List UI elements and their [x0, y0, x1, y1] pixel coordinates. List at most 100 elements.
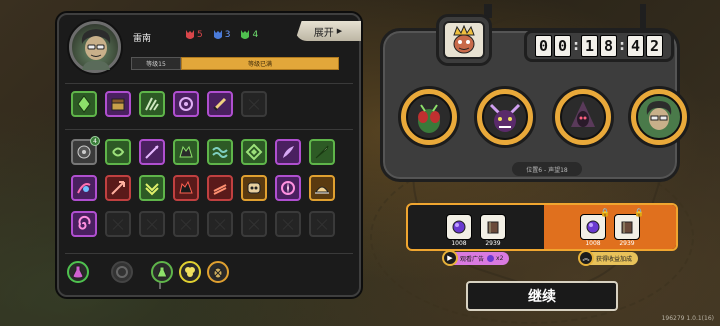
purple-orb-icon: [452, 220, 466, 234]
watch-ad-multiplier: x2: [496, 255, 504, 262]
bonus-orb-count: 1008: [585, 240, 601, 247]
boss-portrait[interactable]: [436, 14, 492, 66]
watch-ad-button[interactable]: ▶ 观看广告 x2: [442, 250, 510, 266]
count-badge: 4: [90, 136, 100, 146]
inventory-slot-4[interactable]: [173, 139, 199, 165]
inventory-slot-17[interactable]: [71, 211, 97, 237]
inventory-slot-8[interactable]: [309, 139, 335, 165]
version-label: 196279 1.0.1(16): [661, 315, 714, 322]
equipped-slot-1[interactable]: [71, 91, 97, 117]
inventory-slot-16[interactable]: [309, 175, 335, 201]
inventory-slot-3[interactable]: [139, 139, 165, 165]
countdown-timer: 0 0 : 1 8 : 4 2: [524, 30, 674, 62]
hero-stats: 5 3 4: [185, 29, 258, 41]
purple-orb-icon: [586, 220, 600, 234]
compass-icon: [281, 181, 295, 195]
divider: [65, 129, 353, 130]
player-name: 雷南: [133, 34, 152, 44]
bonus-orb: [580, 214, 606, 240]
dash-icon: [77, 183, 91, 194]
inventory-slot-13[interactable]: [207, 175, 233, 201]
gear-swirl-icon: [179, 97, 193, 111]
opponent-1[interactable]: [398, 86, 460, 148]
ability-button-2[interactable]: [179, 261, 201, 283]
hooded-creature-icon: [571, 101, 595, 127]
clover-icon: [185, 267, 195, 277]
stat-red: 5: [185, 29, 203, 41]
brown-book-icon: [487, 221, 499, 234]
demon-icon: [489, 103, 521, 132]
potion-button[interactable]: [67, 261, 89, 283]
red-mask-icon: [186, 30, 194, 39]
sunrise-icon: [315, 186, 329, 194]
inventory-slot-14[interactable]: [241, 175, 267, 201]
timer-digit: 8: [600, 35, 617, 57]
inventory-slot-1[interactable]: 4: [71, 136, 100, 165]
reward-orb: [446, 214, 472, 240]
continue-button[interactable]: 继续: [466, 281, 618, 311]
equipped-slot-empty[interactable]: [241, 91, 267, 117]
expand-button[interactable]: 展开 ▶: [295, 21, 361, 41]
opponent-3[interactable]: [552, 86, 614, 148]
inventory-slot-empty[interactable]: [241, 211, 267, 237]
beast-icon: [179, 145, 193, 158]
mantis-icon: [418, 104, 440, 133]
inventory-slot-9[interactable]: [71, 175, 97, 201]
inventory-slot-empty[interactable]: [275, 211, 301, 237]
inventory-slot-11[interactable]: [139, 175, 165, 201]
mask-face-icon: [247, 182, 261, 194]
watch-ad-label: 观看广告: [460, 256, 485, 263]
diamond-icon: [245, 143, 263, 161]
inventory-slot-empty[interactable]: [309, 211, 335, 237]
ability-button-1[interactable]: [151, 261, 173, 283]
locked-item-button[interactable]: [111, 261, 133, 283]
divider: [65, 253, 353, 254]
level-label: 等级15: [131, 57, 181, 70]
inventory-slot-10[interactable]: [105, 175, 131, 201]
green-crystal-icon: [77, 95, 91, 113]
lock-icon: 🔒: [634, 208, 644, 217]
timer-digit: 0: [535, 35, 552, 57]
play-arrow-icon: ▶: [336, 27, 343, 35]
timer-digit: 1: [581, 35, 598, 57]
green-mask-icon: [241, 30, 250, 39]
blade-icon: [315, 145, 329, 159]
equipped-slot-5[interactable]: [207, 91, 233, 117]
player-avatar[interactable]: [69, 21, 121, 73]
level-progress-bar: 等级已满: [181, 57, 339, 70]
inventory-slot-15[interactable]: [275, 175, 301, 201]
equipped-slot-3[interactable]: [139, 91, 165, 117]
timer-digit: 0: [554, 35, 571, 57]
reward-book-count: 2939: [485, 240, 501, 247]
dark-gear-icon: [77, 145, 91, 159]
inventory-slot-5[interactable]: [207, 139, 233, 165]
inventory-slot-empty[interactable]: [207, 211, 233, 237]
opponent-2[interactable]: [474, 86, 536, 148]
inventory-slot-2[interactable]: [105, 139, 131, 165]
bug-icon: [213, 267, 223, 279]
ability-button-3[interactable]: [207, 261, 229, 283]
inventory-slot-7[interactable]: [275, 139, 301, 165]
inventory-slot-empty[interactable]: [139, 211, 165, 237]
inventory-slot-6[interactable]: [241, 139, 267, 165]
reward-panel: 1008 2939 🔒 1008 🔒 2939: [406, 203, 678, 251]
locked-item-icon: [116, 266, 128, 278]
bonus-reward-section: [544, 205, 676, 249]
equipped-slot-4[interactable]: [173, 91, 199, 117]
divider: [65, 83, 353, 84]
wave-icon: [212, 147, 228, 158]
inventory-slot-empty[interactable]: [105, 211, 131, 237]
wolf-icon: [179, 180, 193, 194]
equipped-slot-2[interactable]: [105, 91, 131, 117]
inventory-slot-12[interactable]: [173, 175, 199, 201]
bonus-income-button[interactable]: ︽ 获得收益加成: [578, 250, 639, 266]
claw-icon: [145, 97, 159, 111]
play-icon: ▶: [442, 250, 458, 266]
expand-label: 展开: [313, 27, 334, 39]
opponent-4[interactable]: [628, 86, 690, 148]
swirl-icon: [112, 147, 125, 157]
brown-book-icon: [621, 221, 633, 234]
inventory-slot-empty[interactable]: [173, 211, 199, 237]
chevron-down-icon: [145, 183, 159, 196]
purple-orb-icon: [487, 255, 495, 262]
